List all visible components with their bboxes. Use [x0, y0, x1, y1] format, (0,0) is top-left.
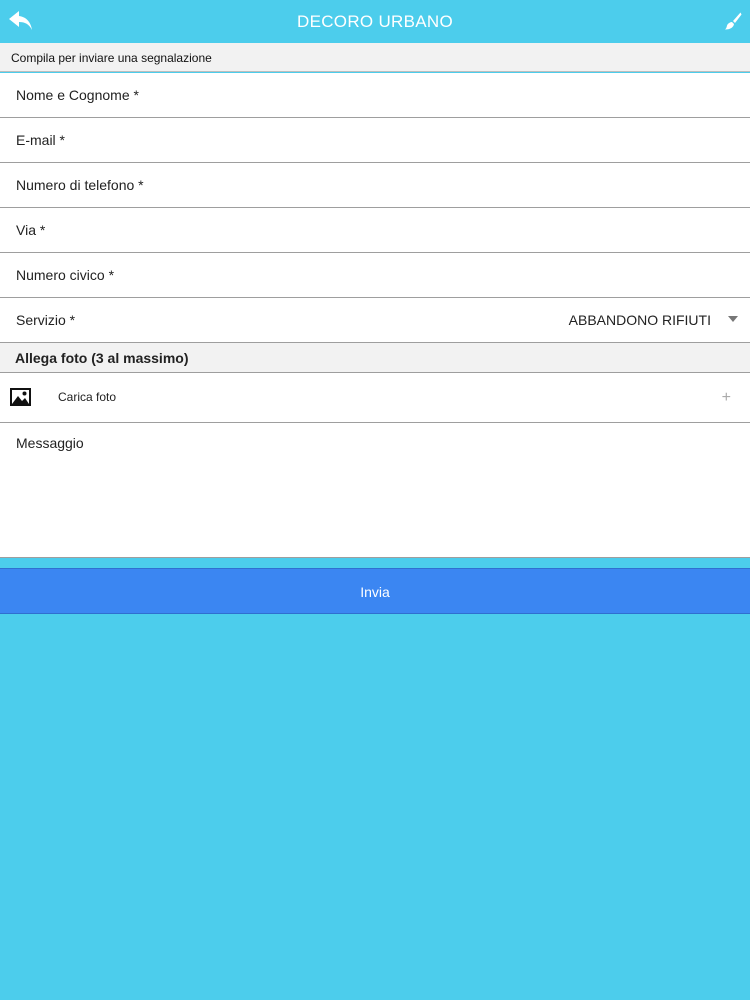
page-title: DECORO URBANO: [297, 12, 453, 31]
email-field-label: E-mail *: [16, 132, 66, 148]
add-photo-icon[interactable]: +: [722, 373, 731, 422]
app-header: DECORO URBANO: [0, 0, 750, 43]
street-field-label: Via *: [16, 222, 46, 238]
upload-photo-label: Carica foto: [58, 390, 117, 404]
chevron-down-icon: [728, 316, 738, 322]
name-field[interactable]: Nome e Cognome *: [0, 73, 750, 118]
email-field[interactable]: E-mail *: [0, 118, 750, 163]
message-area: [0, 423, 750, 558]
phone-field[interactable]: Numero di telefono *: [0, 163, 750, 208]
message-input[interactable]: [0, 423, 750, 556]
brush-icon[interactable]: [722, 11, 742, 31]
upload-photo-button[interactable]: Carica foto +: [0, 373, 750, 423]
submit-button[interactable]: Invia: [0, 568, 750, 614]
service-select[interactable]: Servizio * ABBANDONO RIFIUTI: [0, 298, 750, 343]
form-intro: Compila per inviare una segnalazione: [0, 43, 750, 72]
phone-field-label: Numero di telefono *: [16, 177, 144, 193]
form-gap: [0, 558, 750, 568]
house-number-field-label: Numero civico *: [16, 267, 115, 283]
house-number-field[interactable]: Numero civico *: [0, 253, 750, 298]
street-field[interactable]: Via *: [0, 208, 750, 253]
service-select-label: Servizio *: [16, 312, 76, 328]
name-field-label: Nome e Cognome *: [16, 87, 139, 103]
photos-heading: Allega foto (3 al massimo): [0, 343, 750, 373]
service-selected-value: ABBANDONO RIFIUTI: [568, 312, 711, 328]
image-icon: [10, 388, 31, 406]
